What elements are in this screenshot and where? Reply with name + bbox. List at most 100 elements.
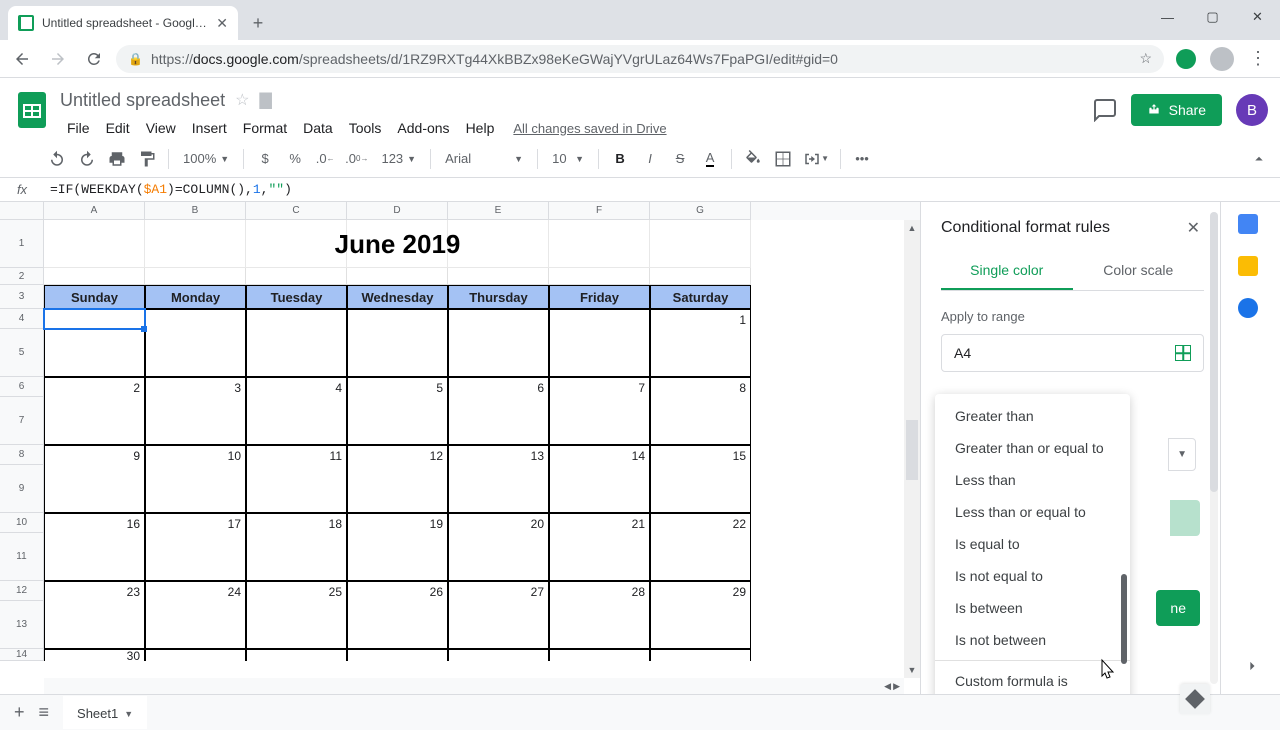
address-bar[interactable]: 🔒 https://docs.google.com/spreadsheets/d… [116,45,1164,73]
merge-button[interactable]: ▼ [800,146,832,172]
cell[interactable] [246,220,347,268]
cell[interactable] [549,465,650,513]
menu-tools[interactable]: Tools [342,116,389,140]
cell[interactable] [549,220,650,268]
chrome-menu-icon[interactable]: ⋮ [1244,45,1272,73]
row-header[interactable]: 13 [0,601,44,649]
col-header-c[interactable]: C [246,202,347,220]
row-header[interactable]: 8 [0,445,44,465]
calendar-addon-icon[interactable] [1238,214,1258,234]
move-folder-icon[interactable]: ▇ [259,90,271,110]
account-avatar[interactable]: B [1236,94,1268,126]
more-formats-button[interactable]: 123▼ [375,151,422,166]
cell[interactable] [44,397,145,445]
cell[interactable]: 30 [44,649,145,661]
reload-button[interactable] [80,45,108,73]
rail-collapse-icon[interactable] [1242,656,1262,676]
percent-button[interactable]: % [282,146,308,172]
row-header[interactable]: 14 [0,649,44,661]
keep-addon-icon[interactable] [1238,256,1258,276]
cell[interactable]: 3 [145,377,246,397]
row-header[interactable]: 11 [0,533,44,581]
cell[interactable] [44,268,145,285]
horizontal-scrollbar[interactable]: ◀▶ [44,678,904,694]
collapse-toolbar-icon[interactable] [1250,150,1268,168]
sheets-logo[interactable] [12,90,52,130]
cell[interactable] [448,601,549,649]
document-title[interactable]: Untitled spreadsheet [60,90,225,111]
menu-format[interactable]: Format [236,116,294,140]
cf-done-button-partial[interactable]: ne [1156,590,1200,626]
profile-icon[interactable] [1208,45,1236,73]
strikethrough-button[interactable]: S [667,146,693,172]
select-range-icon[interactable] [1175,345,1191,361]
window-close[interactable]: ✕ [1235,0,1280,34]
cell[interactable]: Sunday [44,285,145,309]
borders-button[interactable] [770,146,796,172]
cell[interactable] [448,309,549,329]
cell[interactable] [145,465,246,513]
cell[interactable] [347,220,448,268]
menu-addons[interactable]: Add-ons [390,116,456,140]
cell[interactable]: 26 [347,581,448,601]
cell[interactable] [246,309,347,329]
cell[interactable]: Thursday [448,285,549,309]
cf-tab-color-scale[interactable]: Color scale [1073,252,1205,290]
cell[interactable] [448,649,549,661]
bold-button[interactable]: B [607,146,633,172]
cell[interactable]: 21 [549,513,650,533]
cell[interactable]: 11 [246,445,347,465]
cf-opt-greater-than[interactable]: Greater than [935,400,1130,432]
cf-opt-not-equal[interactable]: Is not equal to [935,560,1130,592]
paint-format-button[interactable] [134,146,160,172]
cell[interactable] [145,329,246,377]
cell[interactable] [347,649,448,661]
cell[interactable] [347,268,448,285]
menu-data[interactable]: Data [296,116,340,140]
row-header[interactable]: 6 [0,377,44,397]
cell[interactable] [145,601,246,649]
cell[interactable] [246,533,347,581]
row-header[interactable]: 4 [0,309,44,329]
cell[interactable] [650,268,751,285]
cell[interactable] [347,309,448,329]
cell[interactable] [448,220,549,268]
cf-opt-custom-formula[interactable]: Custom formula is [935,665,1130,694]
cell[interactable] [448,329,549,377]
cf-rule-select-caret[interactable]: ▼ [1168,438,1196,471]
cf-opt-equal[interactable]: Is equal to [935,528,1130,560]
cell[interactable] [246,601,347,649]
more-toolbar-button[interactable]: ••• [849,146,875,172]
cell[interactable]: 6 [448,377,549,397]
fill-color-button[interactable] [740,146,766,172]
cell[interactable]: 20 [448,513,549,533]
cell[interactable]: 2 [44,377,145,397]
cell[interactable] [145,533,246,581]
sheet-tab-1[interactable]: Sheet1 ▼ [63,696,147,729]
cf-opt-gte[interactable]: Greater than or equal to [935,432,1130,464]
window-maximize[interactable]: ▢ [1190,0,1235,34]
col-header-b[interactable]: B [145,202,246,220]
cell[interactable]: 5 [347,377,448,397]
cell[interactable] [246,397,347,445]
col-header-a[interactable]: A [44,202,145,220]
col-header-g[interactable]: G [650,202,751,220]
cell[interactable] [650,329,751,377]
star-icon[interactable]: ☆ [1139,50,1152,67]
comments-icon[interactable] [1093,98,1117,122]
cell[interactable] [549,397,650,445]
cell[interactable] [347,465,448,513]
cell[interactable] [650,465,751,513]
menu-view[interactable]: View [139,116,183,140]
cell[interactable] [650,649,751,661]
cf-opt-lte[interactable]: Less than or equal to [935,496,1130,528]
cell[interactable] [145,268,246,285]
italic-button[interactable]: I [637,146,663,172]
star-icon[interactable]: ☆ [235,90,249,110]
cell[interactable] [549,268,650,285]
row-header[interactable]: 1 [0,220,44,268]
cell[interactable]: 27 [448,581,549,601]
cf-opt-not-between[interactable]: Is not between [935,624,1130,656]
cf-opt-less-than[interactable]: Less than [935,464,1130,496]
undo-button[interactable] [44,146,70,172]
